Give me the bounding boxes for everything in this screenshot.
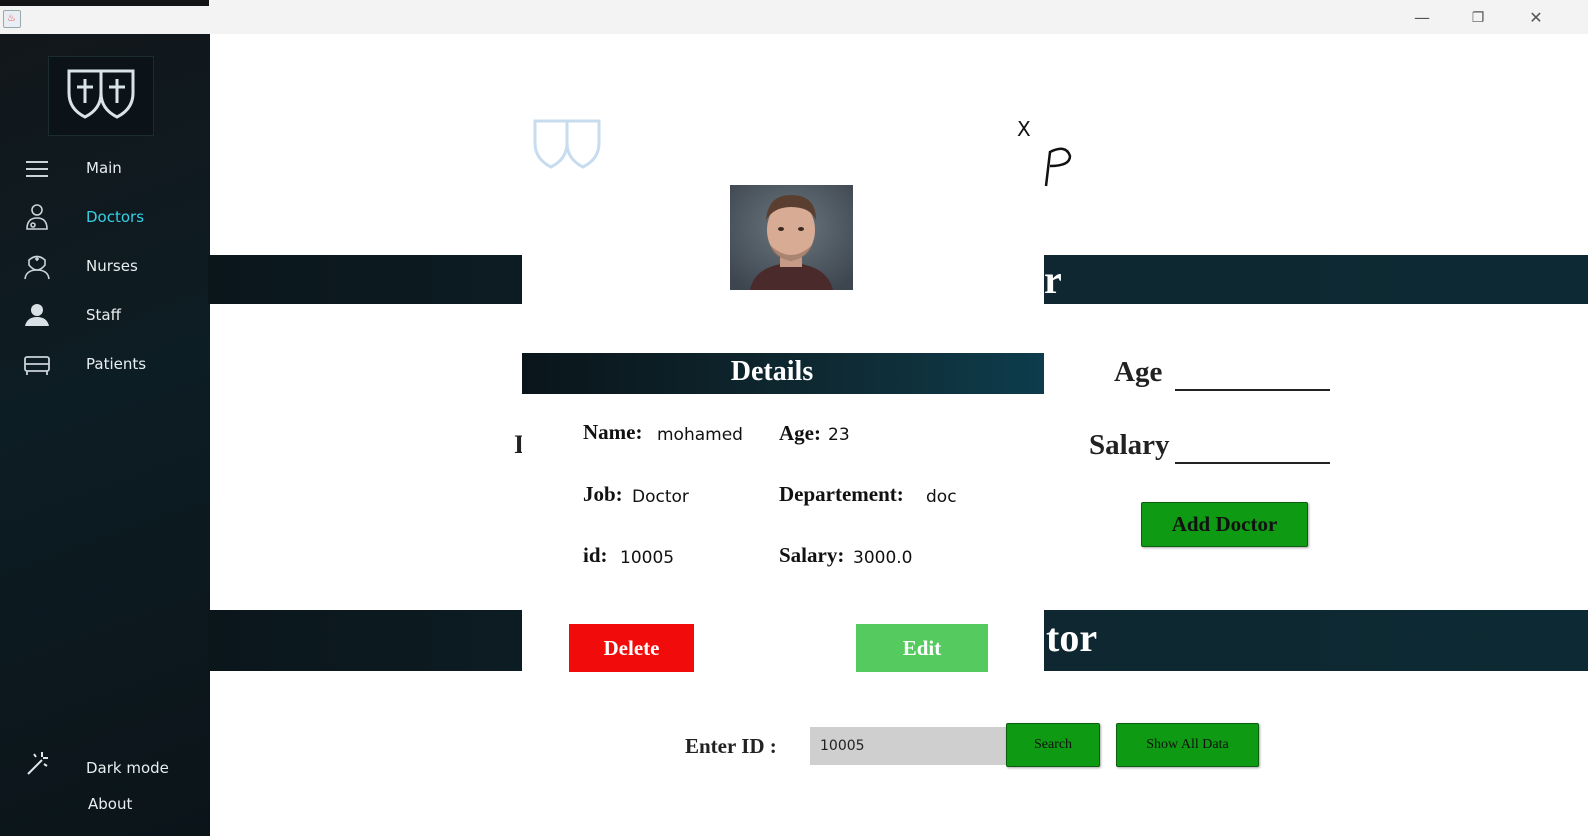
- details-title: Details: [730, 356, 814, 387]
- magic-wand-icon: [27, 752, 48, 775]
- hospital-logo: [48, 56, 154, 136]
- department-label: Departement:: [779, 482, 904, 506]
- close-window-button[interactable]: ✕: [1524, 8, 1548, 28]
- doctor-icon: [26, 204, 48, 230]
- nurse-icon: [24, 255, 50, 280]
- name-label: Name:: [583, 420, 643, 444]
- edit-button[interactable]: Edit: [856, 624, 988, 672]
- add-doctor-header-fragment: r: [1044, 257, 1062, 302]
- sidebar-item-label: Doctors: [86, 208, 145, 226]
- age-field-label: Age:: [779, 421, 821, 445]
- name-value: mohamed: [657, 425, 743, 445]
- sidebar-item-label: Main: [86, 159, 122, 177]
- watermark-logo: [533, 119, 601, 169]
- sidebar-item-label: Staff: [86, 306, 121, 324]
- sidebar-item-label: Patients: [86, 355, 147, 373]
- job-label: Job:: [583, 482, 623, 506]
- id-value: 10005: [620, 548, 675, 568]
- dark-mode-label: Dark mode: [86, 759, 169, 777]
- menu-icon: [26, 161, 48, 177]
- age-input[interactable]: [1175, 389, 1330, 391]
- salary-label: Salary: [1089, 429, 1170, 461]
- add-doctor-button[interactable]: Add Doctor: [1141, 502, 1308, 547]
- age-value: 23: [828, 425, 850, 445]
- department-value: doc: [926, 487, 957, 507]
- doctor-photo: [730, 185, 853, 290]
- sidebar-item-label: Nurses: [86, 257, 138, 275]
- java-app-icon: ♨: [3, 10, 21, 28]
- id-search-input[interactable]: [810, 727, 1010, 765]
- show-all-data-button[interactable]: Show All Data: [1116, 723, 1259, 767]
- show-doctor-header-fragment: tor: [1046, 615, 1098, 660]
- dialog-close-button[interactable]: X: [1017, 117, 1031, 141]
- id-label: id:: [583, 543, 608, 567]
- enter-id-label: Enter ID :: [685, 734, 777, 758]
- bed-icon: [24, 356, 50, 375]
- staff-icon: [25, 304, 49, 326]
- about-link[interactable]: About: [88, 795, 132, 813]
- salary-input[interactable]: [1175, 462, 1330, 464]
- sidebar-top-strip: [0, 0, 209, 6]
- search-button[interactable]: Search: [1006, 723, 1100, 767]
- delete-button[interactable]: Delete: [569, 624, 694, 672]
- age-label: Age: [1114, 356, 1163, 388]
- window-title-bar: [0, 0, 1588, 34]
- maximize-button[interactable]: ❐: [1466, 8, 1490, 28]
- salary-field-label: Salary:: [779, 543, 845, 567]
- minimize-button[interactable]: —: [1410, 8, 1434, 28]
- job-value: Doctor: [632, 487, 689, 507]
- signature-mark: [1044, 147, 1072, 187]
- sidebar: Main Doctors Nurses Staff Patients Dark …: [0, 34, 210, 836]
- salary-value: 3000.0: [853, 548, 913, 568]
